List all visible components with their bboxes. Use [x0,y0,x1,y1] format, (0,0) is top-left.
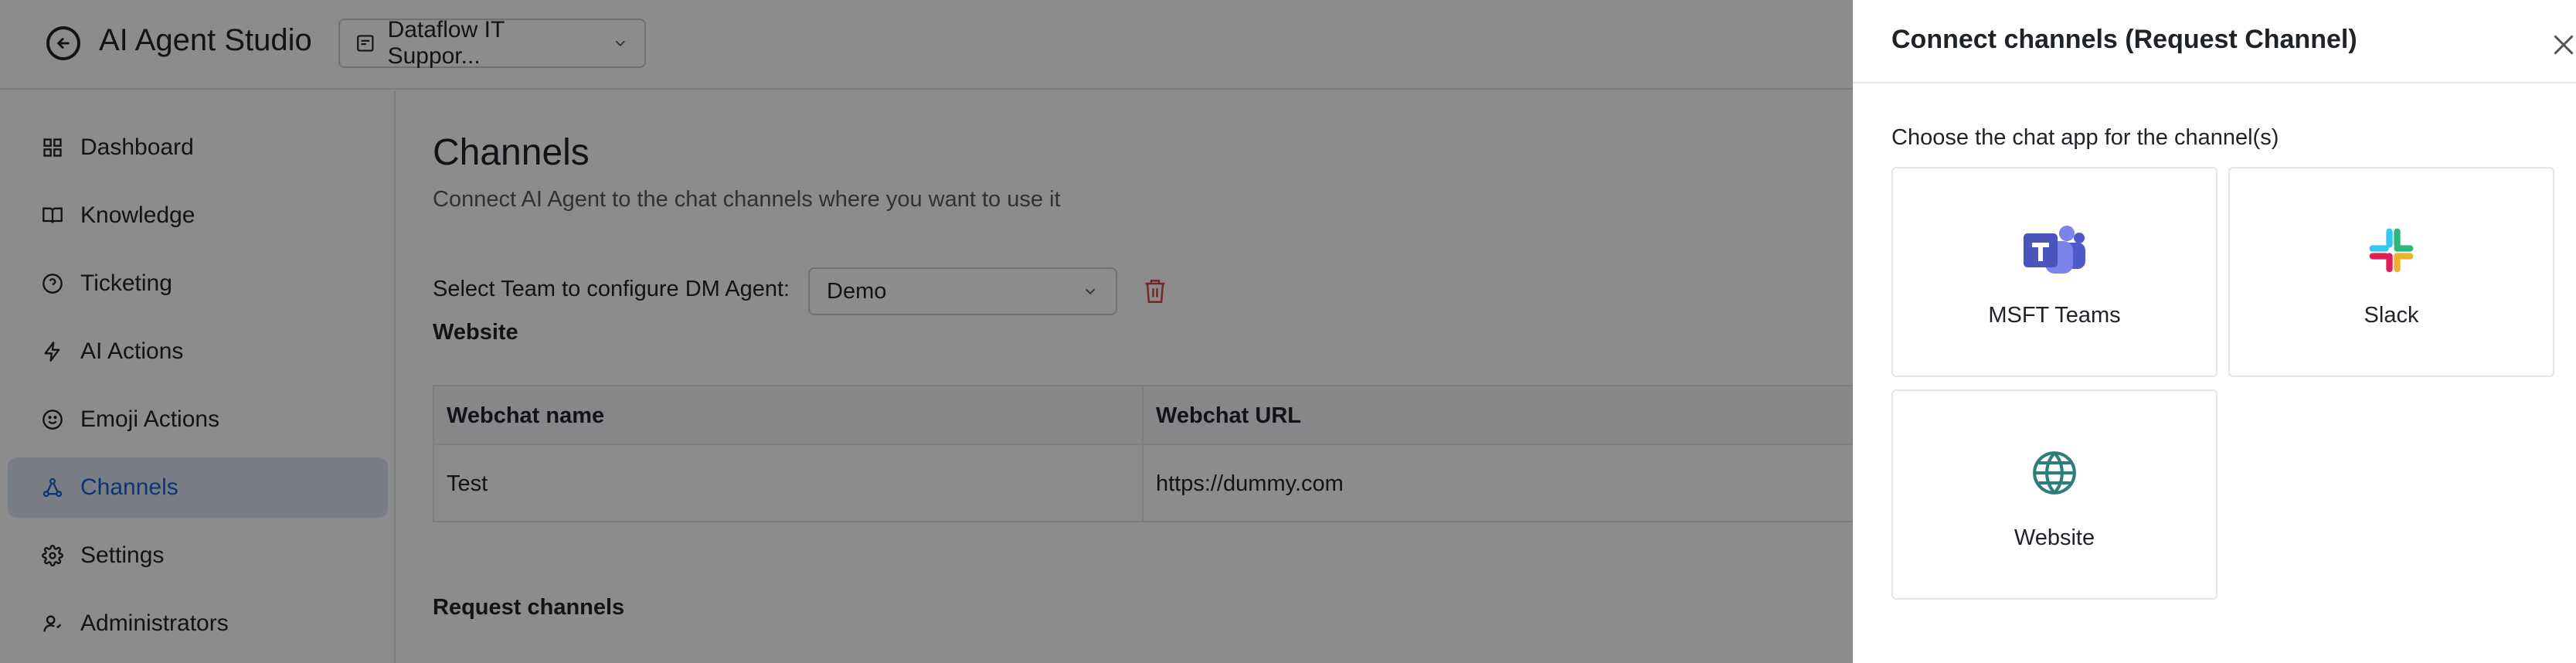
channel-option-website[interactable]: Website [1891,389,2217,600]
drawer-title: Connect channels (Request Channel) [1891,25,2357,54]
channel-option-label: Website [2014,525,2095,550]
slack-icon [2359,218,2424,283]
close-icon[interactable] [2551,32,2576,57]
globe-icon [2022,440,2087,505]
drawer-divider [1853,82,2576,83]
channel-option-label: Slack [2364,303,2419,328]
channel-option-slack[interactable]: Slack [2228,167,2554,377]
drawer-subtitle: Choose the chat app for the channel(s) [1891,125,2279,150]
channel-option-label: MSFT Teams [1988,303,2121,328]
channel-option-msft-teams[interactable]: MSFT Teams [1891,167,2217,377]
connect-channels-drawer: Connect channels (Request Channel) Choos… [1853,0,2576,663]
msft-teams-icon [2022,218,2087,283]
